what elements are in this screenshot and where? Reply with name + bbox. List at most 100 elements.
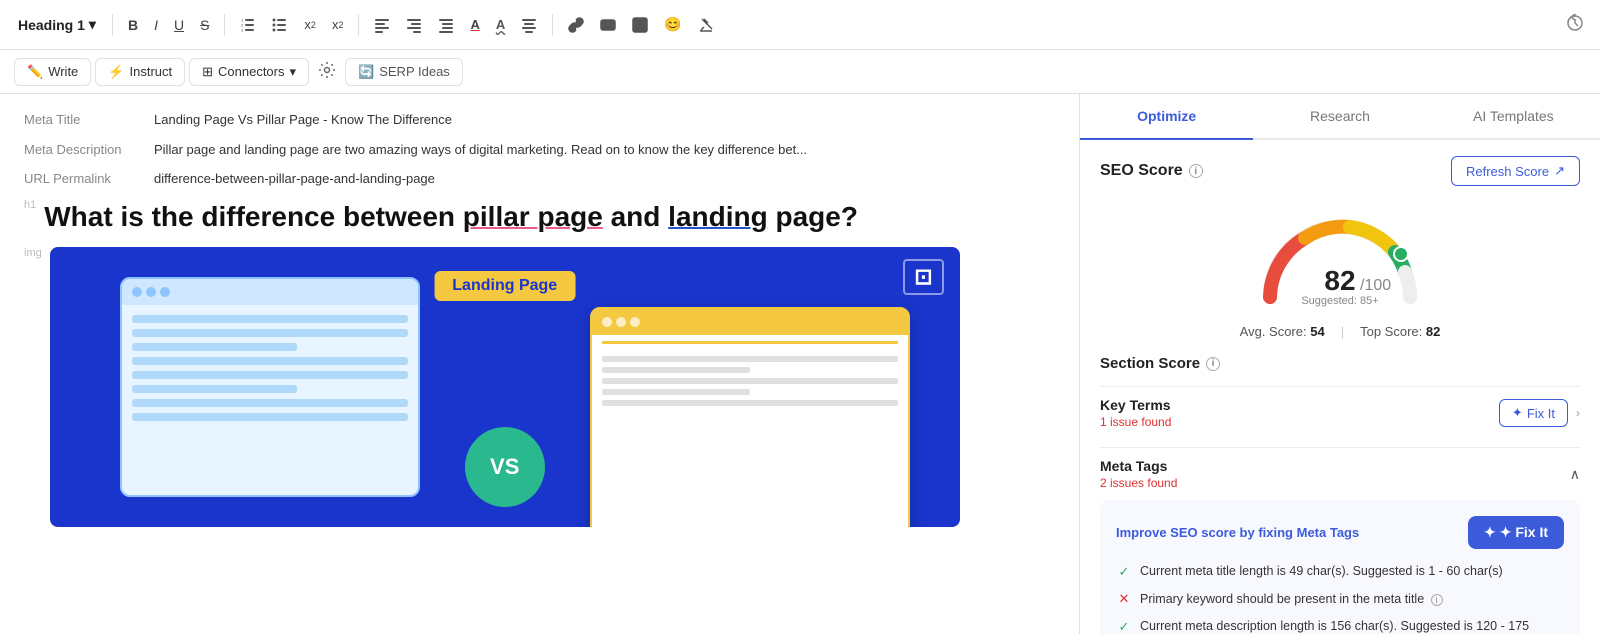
refresh-score-button[interactable]: Refresh Score ↗ (1451, 156, 1580, 186)
meta-desc-row: Meta Description Pillar page and landing… (24, 140, 1055, 160)
check-text-1: Current meta title length is 49 char(s).… (1140, 563, 1503, 581)
check-item-1: ✓ Current meta title length is 49 char(s… (1116, 563, 1564, 581)
meta-tags-fix-it-button[interactable]: ✦ ✦ Fix It (1468, 516, 1564, 549)
meta-tags-collapse-icon: ∧ (1570, 466, 1580, 483)
italic-button[interactable]: I (149, 13, 163, 37)
url-row: URL Permalink difference-between-pillar-… (24, 169, 1055, 189)
key-terms-issues: 1 issue found (1100, 415, 1171, 429)
meta-desc-value[interactable]: Pillar page and landing page are two ama… (154, 140, 1055, 160)
connectors-button[interactable]: ⊞ Connectors ▾ (189, 58, 309, 86)
section-score-header: Section Score i (1100, 355, 1580, 372)
settings-button[interactable] (313, 56, 341, 87)
check-info-icon[interactable]: i (1431, 594, 1443, 606)
landing-page-title: Landing Page (434, 271, 575, 301)
underline-button[interactable]: U (169, 13, 189, 37)
tab-optimize[interactable]: Optimize (1080, 94, 1253, 140)
table-button[interactable] (627, 13, 653, 37)
indent-button[interactable] (433, 13, 459, 37)
url-value[interactable]: difference-between-pillar-page-and-landi… (154, 169, 1055, 189)
connectors-icon: ⊞ (202, 64, 213, 80)
serp-label: SERP Ideas (379, 64, 450, 79)
meta-tags-right: ∧ (1570, 466, 1580, 483)
clean-button[interactable] (693, 13, 719, 37)
landing-window (590, 307, 910, 527)
h1-text[interactable]: What is the difference between pillar pa… (44, 199, 858, 235)
meta-tags-title: Meta Tags (1100, 458, 1177, 474)
meta-tags-header[interactable]: Meta Tags 2 issues found ∧ (1100, 447, 1580, 500)
refresh-label: Refresh Score (1466, 164, 1549, 179)
key-terms-left: Key Terms 1 issue found (1100, 397, 1171, 429)
seo-score-header: SEO Score i Refresh Score ↗ (1100, 156, 1580, 186)
section-score-info-icon[interactable]: i (1206, 357, 1220, 371)
tab-ai-templates[interactable]: AI Templates (1427, 94, 1600, 140)
write-label: Write (48, 64, 78, 79)
seo-score-info-icon[interactable]: i (1189, 164, 1203, 178)
heading-select-label: Heading 1 (18, 17, 85, 33)
link-button[interactable] (563, 13, 589, 37)
line-8 (132, 413, 408, 421)
ordered-list-button[interactable]: 123 (235, 13, 261, 37)
align-center-button[interactable] (516, 13, 542, 37)
emoji-button[interactable]: 😊 (659, 12, 686, 37)
highlight-button[interactable]: A (491, 13, 510, 36)
connectors-label: Connectors (218, 64, 284, 79)
line-6 (132, 385, 298, 393)
fix-it-primary-icon: ✦ (1484, 524, 1496, 541)
landing-bar (602, 341, 898, 344)
font-color-button[interactable]: A (465, 13, 484, 36)
top-label: Top Score: 82 (1360, 324, 1440, 339)
improve-text: Improve SEO score by fixing Meta Tags (1116, 525, 1359, 540)
superscript-button[interactable]: x2 (327, 13, 349, 36)
line-7 (132, 399, 408, 407)
meta-title-value[interactable]: Landing Page Vs Pillar Page - Know The D… (154, 110, 1055, 130)
main-toolbar: Heading 1 ▾ B I U S 123 x2 x2 A A (0, 0, 1600, 50)
unordered-list-button[interactable] (267, 13, 293, 37)
fix-it-label: Fix It (1527, 406, 1555, 421)
image-button[interactable] (595, 13, 621, 37)
toolbar-divider-4 (552, 14, 553, 36)
key-terms-chevron-icon: › (1576, 406, 1580, 420)
key-terms-fix-it-button[interactable]: ✦ Fix It (1499, 399, 1568, 427)
instruct-label: Instruct (129, 64, 172, 79)
article-image[interactable]: ⊡ (50, 247, 960, 527)
key-terms-header[interactable]: Key Terms 1 issue found ✦ Fix It › (1100, 386, 1580, 439)
landing-line-2 (602, 367, 750, 373)
key-terms-right: ✦ Fix It › (1499, 399, 1580, 427)
vs-circle: VS (465, 427, 545, 507)
avg-label-text: Avg. Score: (1240, 324, 1307, 339)
heading-select[interactable]: Heading 1 ▾ (12, 12, 102, 37)
landing-lines (592, 352, 908, 415)
bold-button[interactable]: B (123, 13, 143, 37)
line-4 (132, 357, 408, 365)
avg-top-row: Avg. Score: 54 | Top Score: 82 (1100, 324, 1580, 339)
key-terms-section: Key Terms 1 issue found ✦ Fix It › (1100, 386, 1580, 439)
check-text-2: Primary keyword should be present in the… (1140, 591, 1443, 609)
improve-row: Improve SEO score by fixing Meta Tags ✦ … (1116, 516, 1564, 549)
align-right-button[interactable] (401, 13, 427, 37)
subscript-button[interactable]: x2 (299, 13, 321, 36)
align-left-button[interactable] (369, 13, 395, 37)
fix-it-primary-label: ✦ Fix It (1500, 524, 1548, 541)
dot-1 (132, 287, 142, 297)
meta-tags-section: Meta Tags 2 issues found ∧ Improve SEO s… (1100, 447, 1580, 634)
h1-keyword1: pillar page (463, 201, 603, 232)
refresh-icon: ↗ (1554, 163, 1565, 179)
line-3 (132, 343, 298, 351)
connectors-chevron-icon: ▾ (290, 64, 297, 80)
serp-ideas-button[interactable]: 🔄 SERP Ideas (345, 58, 463, 86)
instruct-button[interactable]: ⚡ Instruct (95, 58, 185, 86)
meta-title-label: Meta Title (24, 110, 154, 127)
tab-research[interactable]: Research (1253, 94, 1426, 140)
instruct-icon: ⚡ (108, 64, 124, 80)
write-button[interactable]: ✏️ Write (14, 58, 91, 86)
strikethrough-button[interactable]: S (195, 13, 214, 37)
line-1 (132, 315, 408, 323)
top-label-text: Top Score: (1360, 324, 1422, 339)
check-text-3: Current meta description length is 156 c… (1140, 618, 1564, 634)
landing-line-1 (602, 356, 898, 362)
history-button[interactable] (1562, 10, 1588, 39)
dot-2 (146, 287, 156, 297)
image-inner: ⊡ (50, 247, 960, 527)
h1-text-part3: page? (768, 201, 858, 232)
h1-text-part1: What is the difference between (44, 201, 463, 232)
